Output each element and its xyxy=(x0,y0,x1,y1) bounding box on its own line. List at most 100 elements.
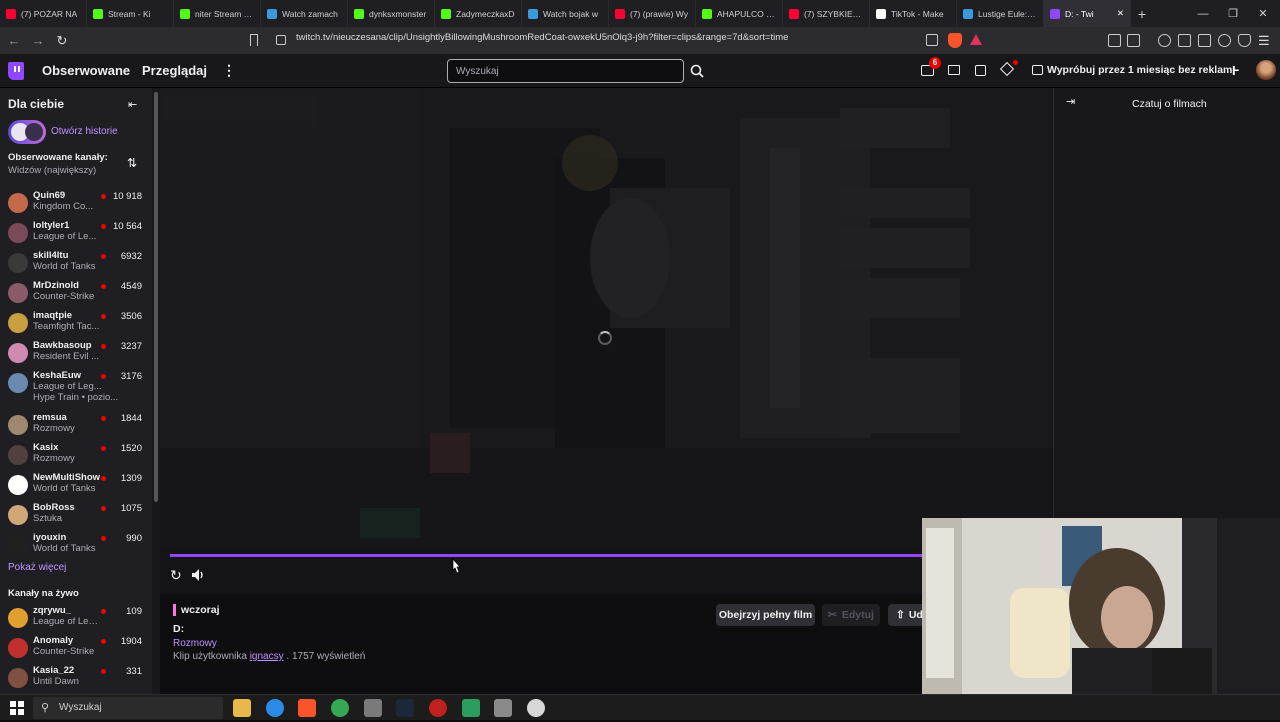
channel-item[interactable]: KeshaEuw League of Leg... 3176 Hype Train •… xyxy=(0,369,152,403)
more-menu-icon[interactable]: ⋮ xyxy=(222,62,236,79)
leo-ai-icon[interactable] xyxy=(1218,34,1231,47)
minimize-button[interactable]: — xyxy=(1188,0,1218,27)
browser-tab[interactable]: (7) (prawie) Wy xyxy=(609,0,696,27)
close-tab-icon[interactable]: ✕ xyxy=(1117,8,1124,19)
site-info-icon[interactable] xyxy=(276,35,286,45)
maximize-button[interactable]: ❐ xyxy=(1218,0,1248,27)
channel-item[interactable]: Bawkbasoup Resident Evil ... 3237 xyxy=(0,339,152,369)
channel-item[interactable]: remsua Rozmowy 1844 xyxy=(0,411,152,441)
replay-icon[interactable]: ↻ xyxy=(170,567,182,584)
channel-game: World of Tanks xyxy=(33,483,96,494)
video-player[interactable]: ↻ xyxy=(160,88,1053,594)
taskbar-search[interactable]: ⚲ Wyszukaj xyxy=(33,697,223,719)
forward-icon[interactable]: → xyxy=(28,31,48,51)
show-more-link[interactable]: Pokaż więcej xyxy=(8,562,66,573)
back-icon[interactable]: ← xyxy=(4,31,24,51)
tool-icon[interactable] xyxy=(494,699,512,717)
for-you-heading: Dla ciebie xyxy=(8,97,65,111)
browser-tab[interactable]: Watch bojak w xyxy=(522,0,609,27)
brave-shields-icon[interactable] xyxy=(948,33,962,48)
live-dot-icon xyxy=(101,446,106,451)
channel-avatar xyxy=(8,668,28,688)
brave-icon[interactable] xyxy=(298,699,316,717)
windows-start-icon[interactable] xyxy=(8,699,26,717)
progress-bar[interactable] xyxy=(170,554,930,557)
media-icon[interactable] xyxy=(1158,34,1171,47)
wallet-icon[interactable] xyxy=(1198,34,1211,47)
stories-avatars[interactable] xyxy=(8,120,46,144)
bookmark-icon[interactable] xyxy=(250,34,258,46)
browser-tab[interactable]: AHAPULCO clip xyxy=(696,0,783,27)
channel-game: Rozmowy xyxy=(33,423,75,434)
browser-tab[interactable]: ZadymeczkaxD xyxy=(435,0,522,27)
share-page-icon[interactable] xyxy=(926,34,938,46)
open-stories-link[interactable]: Otwórz historie xyxy=(51,126,118,137)
live-dot-icon xyxy=(101,416,106,421)
brave-rewards-icon[interactable] xyxy=(970,34,982,45)
bits-icon[interactable] xyxy=(999,61,1015,77)
live-channels-heading: Kanały na żywo xyxy=(8,588,79,599)
vpn-icon[interactable] xyxy=(1238,34,1251,47)
extensions-icon[interactable] xyxy=(1108,34,1121,47)
nav-following[interactable]: Obserwowane xyxy=(42,63,130,78)
whispers-icon[interactable] xyxy=(948,65,960,75)
channel-item[interactable]: Kasia_22 Until Dawn 331 xyxy=(0,664,152,694)
browser-tab[interactable]: niter Stream - V xyxy=(174,0,261,27)
search-input[interactable]: Wyszukaj xyxy=(447,59,684,83)
clip-category-link[interactable]: Rozmowy xyxy=(173,638,217,649)
reload-icon[interactable]: ↻ xyxy=(52,31,72,51)
sort-icon[interactable]: ⇅ xyxy=(127,156,137,170)
browser-tab[interactable]: Watch zamach xyxy=(261,0,348,27)
collapse-sidebar-icon[interactable]: ⇤ xyxy=(128,98,137,111)
turbo-promo-button[interactable]: Wypróbuj przez 1 miesiąc bez reklam xyxy=(1047,64,1232,76)
browser-tab[interactable]: Stream - Ki xyxy=(87,0,174,27)
misc-app-icon[interactable] xyxy=(527,699,545,717)
sheets-icon[interactable] xyxy=(462,699,480,717)
channel-item[interactable]: NewMultiShow World of Tanks 1309 xyxy=(0,471,152,501)
activity-icon[interactable] xyxy=(975,65,986,76)
channel-item[interactable]: Kasix Rozmowy 1520 xyxy=(0,441,152,471)
channel-item[interactable]: Quin69 Kingdom Co... 10 918 xyxy=(0,189,152,219)
nav-browse[interactable]: Przeglądaj xyxy=(142,63,207,78)
close-window-button[interactable]: ✕ xyxy=(1248,0,1278,27)
watch-full-video-button[interactable]: Obejrzyj pełny film xyxy=(716,604,815,626)
browser-tab[interactable]: Lustige Eule: Sp xyxy=(957,0,1044,27)
twitch-logo-icon[interactable] xyxy=(8,62,24,80)
browser-tab[interactable]: (7) POŻAR NA xyxy=(0,0,87,27)
sidebar-scrollbar[interactable] xyxy=(152,88,160,694)
channel-item[interactable]: iyouxin World of Tanks 990 xyxy=(0,531,152,561)
tab-title: Stream - Ki xyxy=(108,8,151,19)
browser-tab[interactable]: D: - Twi ✕ xyxy=(1044,0,1131,27)
file-explorer-icon[interactable] xyxy=(233,699,251,717)
channel-item[interactable]: Anomaly Counter-Strike 1904 xyxy=(0,634,152,664)
volume-icon[interactable] xyxy=(192,568,205,586)
obs-icon[interactable] xyxy=(429,699,447,717)
windows-taskbar: ⚲ Wyszukaj xyxy=(0,694,1280,720)
chrome-icon[interactable] xyxy=(331,699,349,717)
clip-author-link[interactable]: ignacsy xyxy=(250,651,284,662)
app-icon[interactable] xyxy=(364,699,382,717)
channel-item[interactable]: skill4ltu World of Tanks 6932 xyxy=(0,249,152,279)
edge-icon[interactable] xyxy=(266,699,284,717)
channel-name: imaqtpie xyxy=(33,310,73,321)
edit-button[interactable]: ✂ Edytuj xyxy=(822,604,880,626)
channel-item[interactable]: MrDzinold Counter-Strike 4549 xyxy=(0,279,152,309)
new-tab-button[interactable]: + xyxy=(1131,6,1153,22)
channel-item[interactable]: BobRoss Sztuka 1075 xyxy=(0,501,152,531)
expand-chat-icon[interactable]: ⇥ xyxy=(1066,95,1075,108)
user-avatar[interactable] xyxy=(1256,60,1276,80)
search-icon[interactable] xyxy=(686,59,708,83)
sidebar-toggle-icon[interactable] xyxy=(1178,34,1191,47)
browser-tab[interactable]: (7) SZYBKIE PY xyxy=(783,0,870,27)
channel-item[interactable]: loltyler1 League of Le... 10 564 xyxy=(0,219,152,249)
channel-item[interactable]: imaqtpie Teamfight Tac... 3506 xyxy=(0,309,152,339)
translate-icon[interactable]: Ⱶ xyxy=(1232,63,1239,78)
browser-tab[interactable]: TikTok - Make xyxy=(870,0,957,27)
browser-tab[interactable]: dynksxmonster xyxy=(348,0,435,27)
steam-icon[interactable] xyxy=(396,699,414,717)
screenshot-icon[interactable] xyxy=(1127,34,1140,47)
channel-item[interactable]: zqrywu_ League of Lege... 109 xyxy=(0,604,152,634)
url-field[interactable]: twitch.tv/nieuczesana/clip/UnsightlyBill… xyxy=(296,32,788,43)
live-dot-icon xyxy=(101,609,106,614)
menu-icon[interactable]: ☰ xyxy=(1258,33,1270,49)
